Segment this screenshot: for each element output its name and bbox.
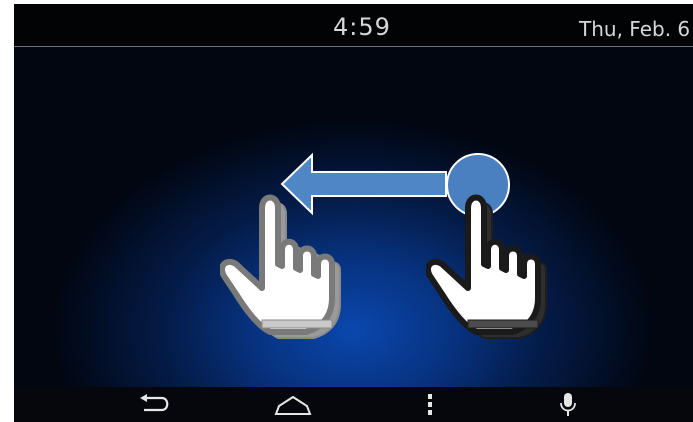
back-icon — [140, 393, 169, 411]
swipe-gesture-illustration — [14, 152, 547, 339]
display-screen: 4:59 Thu, Feb. 6 — [14, 4, 693, 422]
hand-pointer-icon — [222, 198, 341, 339]
home-button[interactable] — [268, 387, 318, 422]
menu-icon — [428, 393, 432, 415]
back-button[interactable] — [131, 387, 181, 422]
navigation-bar — [14, 387, 693, 422]
menu-button[interactable] — [405, 387, 455, 422]
hand-pointer-icon — [428, 198, 547, 339]
home-icon — [274, 395, 312, 415]
voice-button[interactable] — [543, 387, 593, 422]
microphone-icon — [560, 392, 576, 416]
arrow-left-icon — [280, 152, 447, 216]
